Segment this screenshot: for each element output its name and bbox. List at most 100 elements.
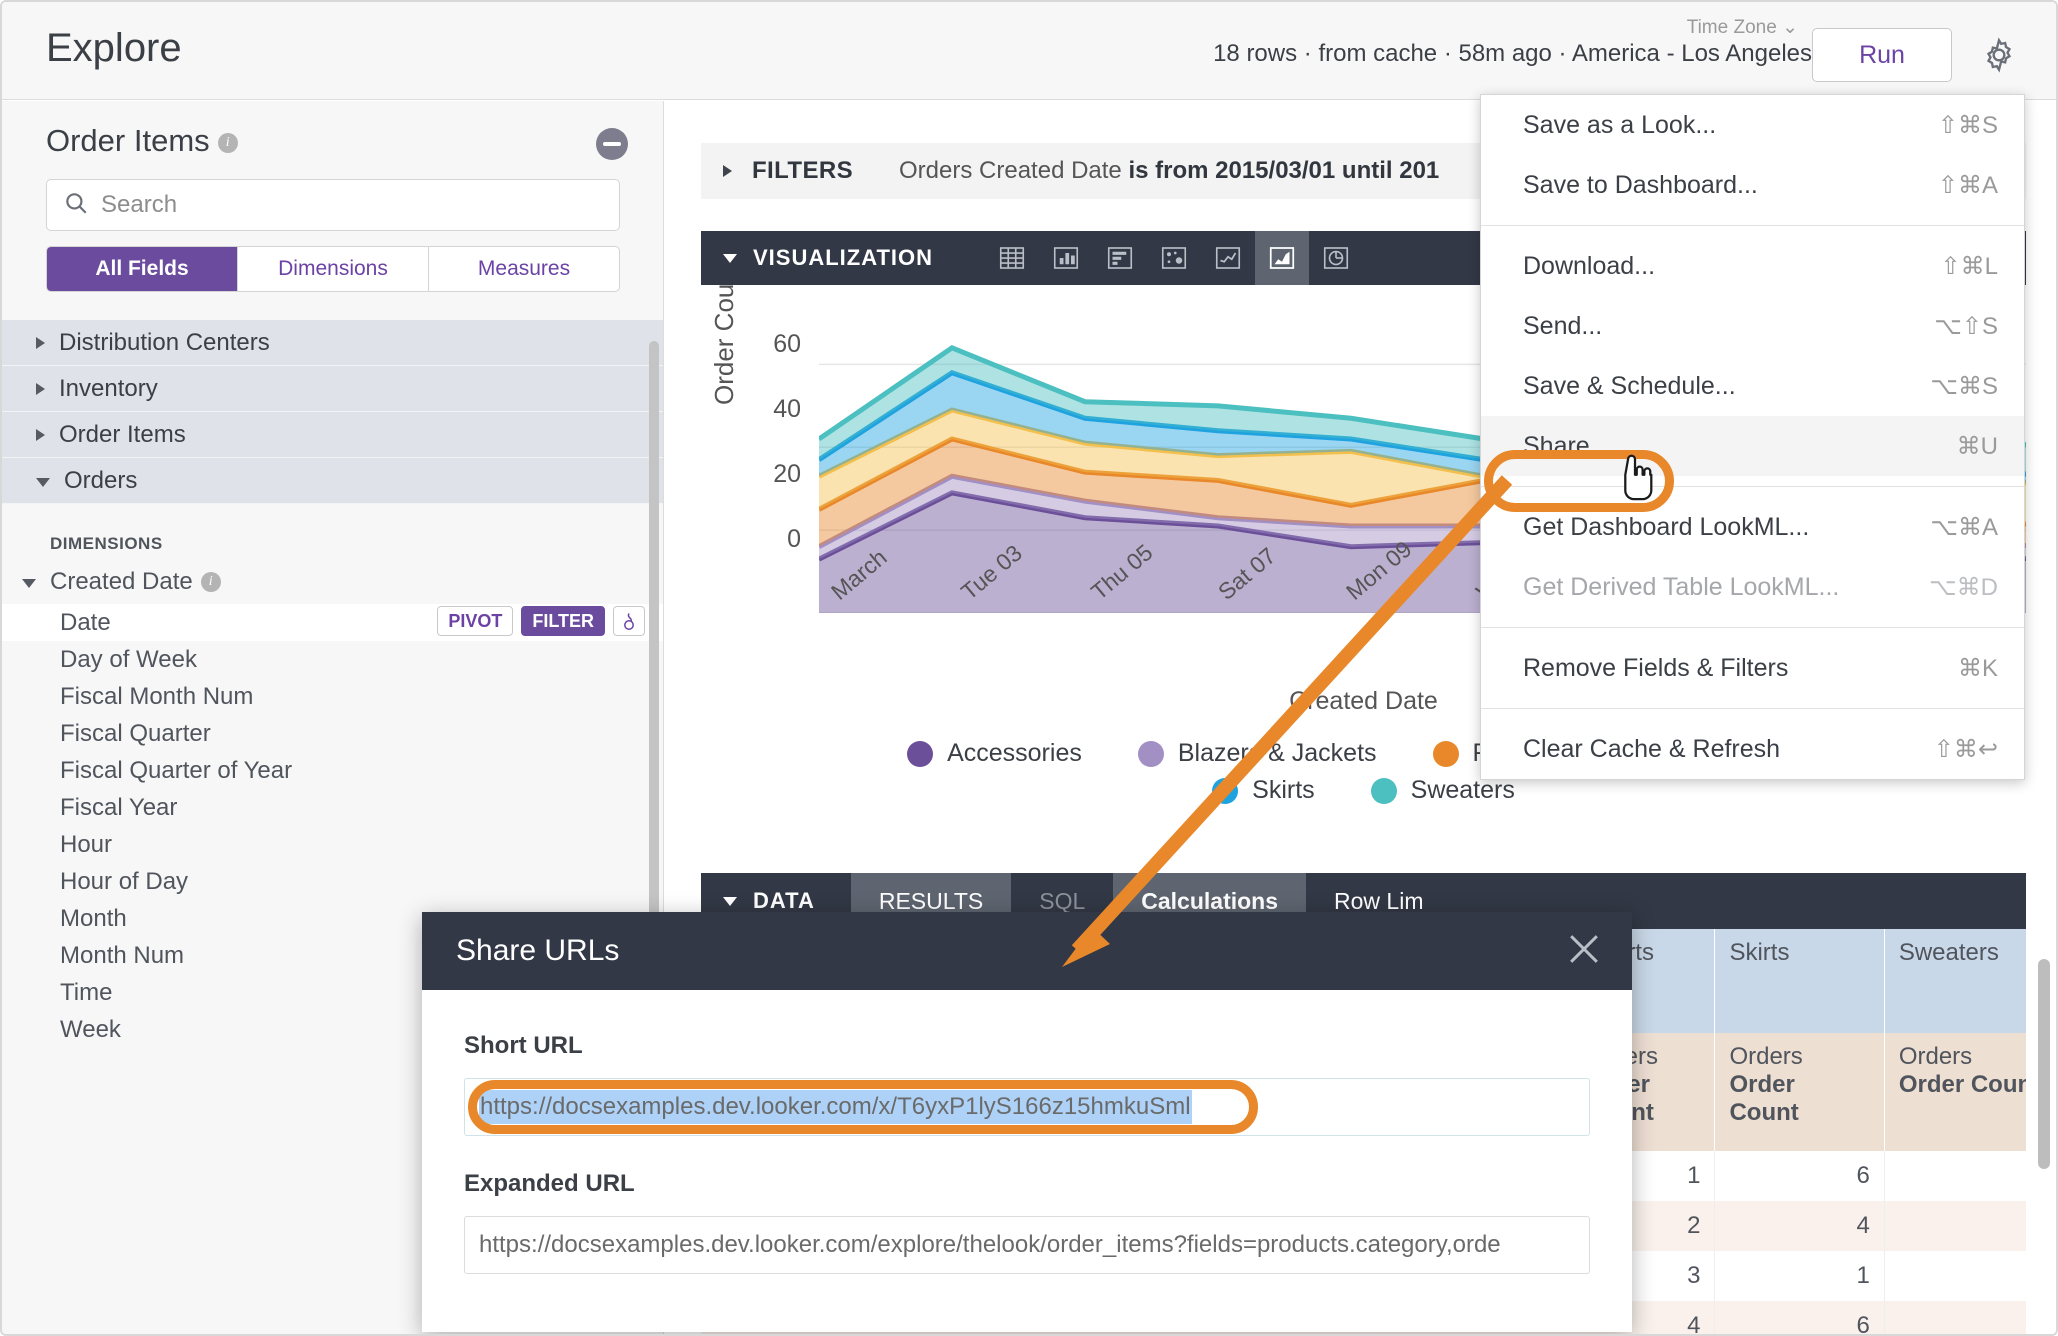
sidebar-view-orders[interactable]: Orders: [2, 458, 663, 504]
menu-label: Remove Fields & Filters: [1523, 653, 1789, 682]
field-label: Fiscal Quarter of Year: [60, 756, 293, 784]
table-scrollbar[interactable]: [2038, 959, 2050, 1169]
cell-skirts: 4: [1714, 1201, 1885, 1251]
legend-label: Skirts: [1252, 776, 1315, 804]
menu-label: Save to Dashboard...: [1523, 170, 1758, 199]
expanded-url-value: https://docsexamples.dev.looker.com/expl…: [479, 1231, 1501, 1258]
field-type-tabs: All Fields Dimensions Measures: [46, 246, 620, 292]
field-row-fiscal-month-num[interactable]: Fiscal Month Num: [2, 678, 663, 715]
field-row-date[interactable]: Date PIVOT FILTER: [2, 604, 663, 641]
field-label: Fiscal Quarter: [60, 719, 211, 747]
timezone-selector[interactable]: Time Zone ⌄: [1687, 16, 1798, 39]
menu-separator: [1481, 225, 2024, 226]
view-label: Distribution Centers: [59, 328, 270, 356]
explore-actions-menu: Save as a Look... ⇧⌘S Save to Dashboard.…: [1480, 94, 2025, 780]
field-row-fiscal-quarter[interactable]: Fiscal Quarter: [2, 715, 663, 752]
timezone-label: Time Zone: [1686, 17, 1777, 38]
menu-shortcut: ⇧⌘A: [1937, 171, 1998, 199]
tab-measures[interactable]: Measures: [429, 247, 619, 291]
menu-item-clear-cache-and-refresh[interactable]: Clear Cache & Refresh ⇧⌘↩: [1481, 719, 2024, 779]
line-chart-icon[interactable]: [1201, 231, 1255, 285]
filter-summary: Orders Created Date is from 2015/03/01 u…: [899, 157, 1439, 185]
close-icon[interactable]: [1562, 927, 1606, 976]
expanded-url-input[interactable]: https://docsexamples.dev.looker.com/expl…: [464, 1216, 1590, 1274]
menu-item-get-dashboard-lookml[interactable]: Get Dashboard LookML... ⌥⌘A: [1481, 497, 2024, 557]
field-row-hour-of-day[interactable]: Hour of Day: [2, 863, 663, 900]
looker-explore-window: Explore Time Zone ⌄ 18 rows · from cache…: [0, 0, 2058, 1336]
pivot-button[interactable]: PIVOT: [437, 606, 514, 636]
y-tick-40: 40: [773, 395, 801, 423]
sub-col-sweaters: Orders Order Count: [1884, 1033, 2026, 1151]
legend-item-sweaters[interactable]: Sweaters: [1370, 776, 1515, 805]
chevron-down-icon: [36, 477, 50, 487]
run-button[interactable]: Run: [1812, 28, 1952, 82]
legend-item-accessories[interactable]: Accessories: [907, 739, 1082, 768]
short-url-label: Short URL: [464, 1032, 583, 1059]
col-skirts[interactable]: Skirts: [1714, 929, 1885, 1033]
y-tick-60: 60: [773, 330, 801, 358]
chevron-right-icon: [723, 165, 732, 177]
chevron-right-icon: [36, 382, 45, 395]
menu-item-share[interactable]: Share... ⌘U: [1481, 416, 2024, 476]
field-label: Time: [60, 978, 113, 1006]
sidebar-view-distribution-centers[interactable]: Distribution Centers: [2, 320, 663, 366]
column-chart-icon[interactable]: [1039, 231, 1093, 285]
table-viz-icon[interactable]: [985, 231, 1039, 285]
search-input[interactable]: Search: [46, 179, 620, 231]
menu-item-download[interactable]: Download... ⇧⌘L: [1481, 236, 2024, 296]
share-urls-dialog: Share URLs Short URL https://docsexample…: [422, 912, 1632, 1332]
info-icon[interactable]: i: [200, 572, 221, 592]
sub-col-skirts: Orders Order Count: [1714, 1033, 1885, 1151]
bar-chart-icon[interactable]: [1093, 231, 1147, 285]
collapse-sidebar-button[interactable]: [596, 128, 628, 160]
page-title: Explore: [46, 26, 182, 70]
filter-button[interactable]: FILTER: [521, 606, 605, 636]
chevron-down-icon[interactable]: [723, 896, 737, 906]
menu-shortcut: ⌥⌘A: [1930, 513, 1998, 541]
sub-view: Orders: [1898, 1043, 1973, 1070]
sidebar-view-order-items[interactable]: Order Items: [2, 412, 663, 458]
explore-name-label: Order Items: [46, 123, 210, 158]
tab-all-fields[interactable]: All Fields: [47, 247, 238, 291]
visualization-label: VISUALIZATION: [753, 245, 934, 270]
top-bar: Explore Time Zone ⌄ 18 rows · from cache…: [2, 2, 2056, 100]
query-meta: 18 rows · from cache · 58m ago · America…: [1213, 40, 1812, 67]
cell-skirts: 1: [1714, 1251, 1885, 1301]
gear-icon[interactable]: [1976, 32, 2022, 78]
field-label: Week: [60, 1015, 121, 1043]
menu-item-save-and-schedule[interactable]: Save & Schedule... ⌥⌘S: [1481, 356, 2024, 416]
field-label: Date: [60, 608, 111, 636]
field-row-fiscal-quarter-of-year[interactable]: Fiscal Quarter of Year: [2, 752, 663, 789]
tab-dimensions[interactable]: Dimensions: [238, 247, 429, 291]
menu-shortcut: ⌥⌘D: [1929, 573, 1998, 601]
info-icon[interactable]: i: [217, 133, 238, 153]
sidebar-view-inventory[interactable]: Inventory: [2, 366, 663, 412]
field-row-hour[interactable]: Hour: [2, 826, 663, 863]
field-row-fiscal-year[interactable]: Fiscal Year: [2, 789, 663, 826]
menu-item-save-as-look[interactable]: Save as a Look... ⇧⌘S: [1481, 95, 2024, 155]
area-chart-icon[interactable]: [1255, 231, 1310, 285]
menu-item-remove-fields-and-filters[interactable]: Remove Fields & Filters ⌘K: [1481, 638, 2024, 698]
legend-item-skirts[interactable]: Skirts: [1212, 776, 1315, 805]
field-group-created-date[interactable]: Created Date i: [2, 560, 663, 604]
field-row-day-of-week[interactable]: Day of Week: [2, 641, 663, 678]
filter-link-icon[interactable]: [613, 606, 645, 636]
menu-item-send[interactable]: Send... ⌥⇧S: [1481, 296, 2024, 356]
legend-item-blazers-jackets[interactable]: Blazers & Jackets: [1137, 739, 1377, 768]
chevron-down-icon[interactable]: [723, 253, 737, 263]
scatter-plot-icon[interactable]: [1147, 231, 1201, 285]
pie-chart-icon[interactable]: [1309, 231, 1363, 285]
menu-label: Save as a Look...: [1523, 110, 1717, 139]
field-group-label: Created Date: [50, 568, 193, 595]
legend-label: Accessories: [947, 739, 1082, 767]
menu-label: Get Dashboard LookML...: [1523, 512, 1810, 541]
col-sweaters[interactable]: Sweaters: [1884, 929, 2026, 1033]
legend-swatch: [1212, 777, 1239, 804]
short-url-input[interactable]: https://docsexamples.dev.looker.com/x/T6…: [464, 1078, 1590, 1136]
menu-shortcut: ⌥⇧S: [1934, 312, 1998, 340]
menu-item-save-to-dashboard[interactable]: Save to Dashboard... ⇧⌘A: [1481, 155, 2024, 215]
legend-label: Blazers & Jackets: [1177, 739, 1377, 767]
cell-sweaters: 6: [1884, 1251, 2026, 1301]
menu-label: Save & Schedule...: [1523, 371, 1736, 400]
filters-label: FILTERS: [752, 157, 854, 184]
